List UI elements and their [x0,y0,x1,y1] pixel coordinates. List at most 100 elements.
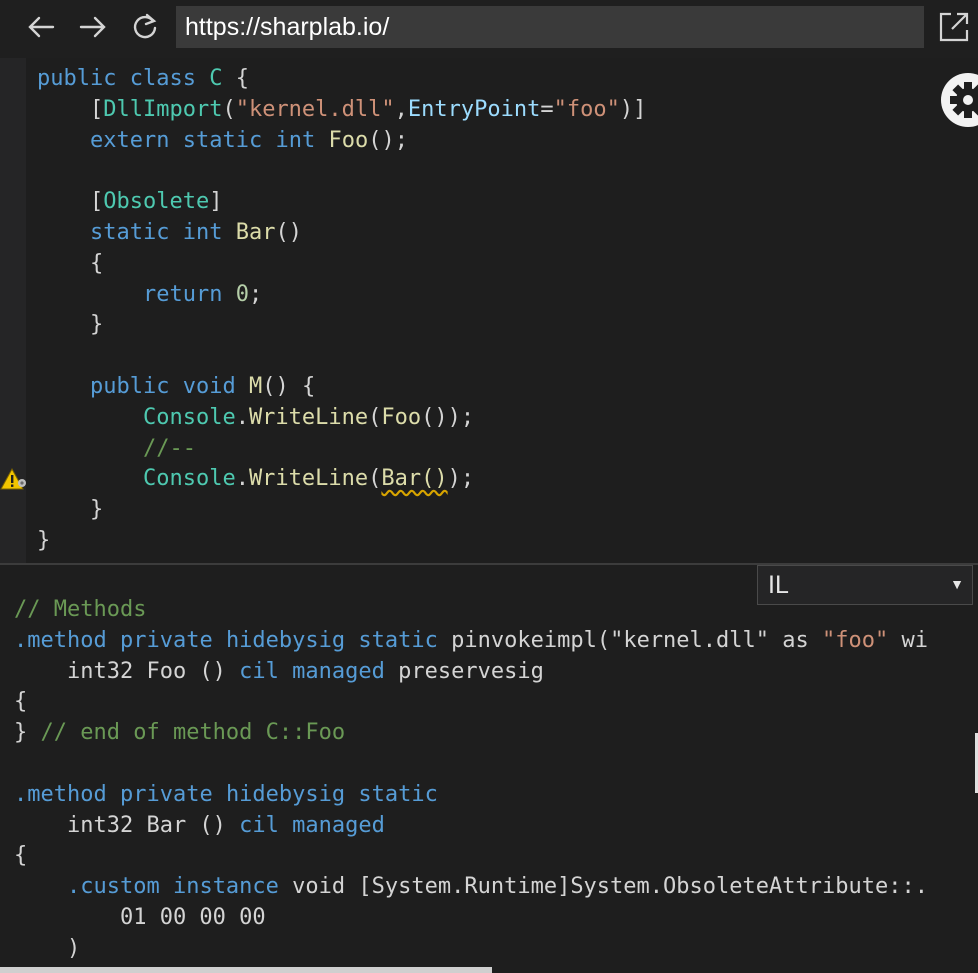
code-token: ( [368,404,382,430]
code-line: { [37,249,646,280]
code-line: } [37,495,646,526]
code-token: // Methods [14,597,147,622]
code-token: void [System.Runtime]System.ObsoleteAttr… [278,874,928,900]
code-token: Obsolete [103,189,210,215]
code-token: // end of method C::Foo [40,720,346,746]
reload-button[interactable] [128,10,162,44]
il-line: 01 00 00 00 [14,903,928,934]
code-token: { [37,250,104,276]
code-token: ( [368,466,382,492]
code-token: "kernel.dll" [235,96,395,122]
code-token: .method [14,781,107,807]
code-token: public [37,66,117,91]
output-mode-select[interactable]: IL ▼ [757,565,973,605]
il-line: ) [14,934,928,965]
code-line: } [37,526,646,557]
open-external-icon [939,12,969,42]
code-token: Foo [381,404,422,430]
reload-icon [133,13,157,39]
code-token: "foo" [553,96,620,122]
code-line: [DllImport("kernel.dll",EntryPoint="foo"… [37,95,646,126]
warning-icon[interactable] [0,467,28,493]
code-token: Bar() [381,466,448,492]
source-code[interactable]: public class C { [DllImport("kernel.dll"… [37,64,646,557]
code-token: pinvokeimpl("kernel.dll" as [437,627,822,653]
il-line: { [14,841,928,872]
code-token: Bar [235,219,276,245]
code-line: extern static int Foo(); [37,126,646,157]
dropdown-arrow-icon: ▼ [950,576,964,592]
code-token: int32 Foo () [14,658,240,684]
arrow-right-icon [79,16,106,38]
code-token: [ [37,189,104,215]
code-token: hidebysig [225,781,346,807]
settings-button[interactable] [940,72,978,128]
code-token: hidebysig [225,627,346,653]
code-token: M [248,373,263,399]
code-token: 01 00 00 00 [14,904,266,930]
code-token: instance [172,874,279,900]
il-line: int32 Bar () cil managed [14,811,928,842]
browser-toolbar: https://sharplab.io/ [0,0,978,58]
code-token: private [119,781,213,807]
code-token: DllImport [103,96,223,122]
back-button[interactable] [24,10,58,44]
code-line: public void M() { [37,372,646,403]
code-token: () { [262,373,316,399]
code-token: [ [37,96,104,122]
code-token: ; [248,281,263,307]
code-token: . [235,466,249,492]
code-token: (); [368,127,408,153]
code-token: WriteLine [248,466,369,492]
output-mode-value: IL [768,570,789,599]
code-token: Console [142,404,236,430]
code-token: extern [89,127,170,153]
code-token: 0 [235,281,249,307]
code-token: void [182,373,236,399]
code-token: class [129,66,196,91]
horizontal-scrollbar[interactable] [0,967,492,973]
code-token: C [209,66,223,91]
code-token: .custom [66,874,160,900]
address-bar[interactable]: https://sharplab.io/ [176,6,924,48]
code-token: . [235,404,249,430]
code-token: preservesig [384,658,544,684]
code-editor[interactable]: public class C { [DllImport("kernel.dll"… [0,58,978,564]
code-token: managed [292,812,385,838]
code-token: static [358,627,438,653]
code-line: public class C { [37,64,646,95]
code-line [37,341,646,372]
il-line: int32 Foo () cil managed preservesig [14,657,928,688]
code-line: static int Bar() [37,218,646,249]
il-line: } // end of method C::Foo [14,718,928,749]
code-line [37,156,646,187]
forward-button[interactable] [76,10,110,44]
code-token: cil [239,658,279,684]
code-line: Console.WriteLine(Bar()); [37,464,646,495]
code-token: { [222,66,249,91]
code-line: return 0; [37,280,646,311]
open-external-button[interactable] [938,11,970,43]
url-text: https://sharplab.io/ [185,12,390,41]
il-output: // Methods .method private hidebysig stat… [14,595,928,965]
